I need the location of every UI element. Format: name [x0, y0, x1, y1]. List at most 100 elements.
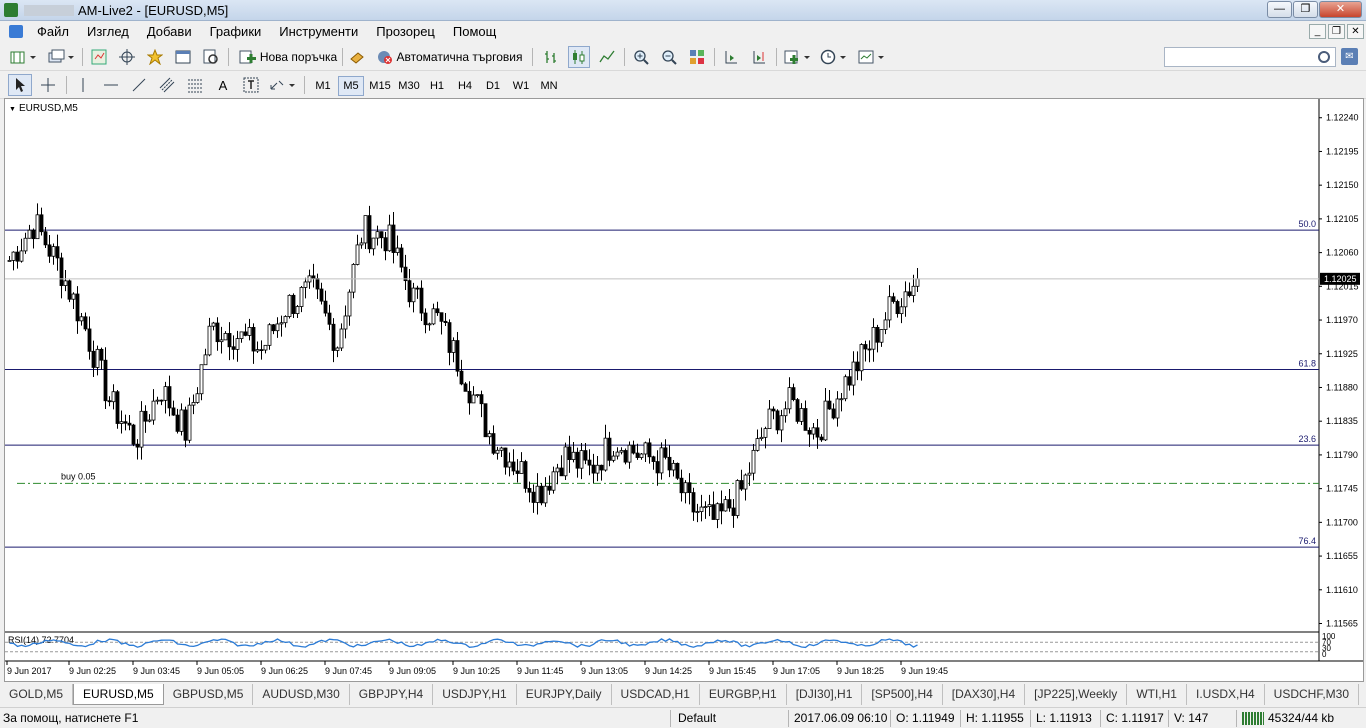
tile-windows-button[interactable]	[686, 46, 708, 68]
text-tool-button[interactable]: A	[212, 74, 234, 96]
mdi-minimize-button[interactable]: _	[1309, 24, 1326, 39]
chart-window-icon[interactable]	[9, 25, 23, 38]
timeframe-w1[interactable]: W1	[508, 76, 534, 96]
tab-usdchf-m30[interactable]: USDCHF,M30	[1265, 684, 1360, 705]
price-chart[interactable]: 1.12240 1.12195 1.12150 1.12105 1.12060 1.120…	[5, 99, 1363, 681]
tab-dax30-h4[interactable]: [DAX30],H4	[943, 684, 1026, 705]
candle-body	[203, 354, 208, 366]
search-icon[interactable]	[1318, 51, 1330, 63]
close-button[interactable]: ✕	[1319, 1, 1362, 18]
tab-gbpjpy-h4[interactable]: GBPJPY,H4	[350, 684, 434, 705]
price-tick-label: 1.11925	[1326, 349, 1358, 359]
vertical-line-button[interactable]	[72, 74, 94, 96]
tab-sp500-h4[interactable]: [SP500],H4	[862, 684, 943, 705]
line-chart-button[interactable]	[596, 46, 618, 68]
mdi-close-button[interactable]: ✕	[1347, 24, 1364, 39]
status-low: L: 1.11913	[1036, 711, 1092, 725]
periods-button[interactable]	[818, 46, 850, 68]
tab-gbpusd-m5[interactable]: GBPUSD,M5	[164, 684, 254, 705]
candle-body	[863, 344, 868, 350]
equidistant-channel-button[interactable]	[156, 74, 178, 96]
tab-audusd-m30[interactable]: AUDUSD,M30	[253, 684, 350, 705]
tab-gold-m5[interactable]: GOLD,M5	[0, 684, 74, 705]
market-watch-button[interactable]	[88, 46, 110, 68]
strategy-tester-button[interactable]	[200, 46, 222, 68]
menu-view[interactable]: Изглед	[78, 24, 138, 39]
tab-jp225-weekly[interactable]: [JP225],Weekly	[1025, 684, 1128, 705]
menu-window[interactable]: Прозорец	[367, 24, 444, 39]
navigator-button[interactable]	[144, 46, 166, 68]
chart-shift-button[interactable]	[720, 46, 742, 68]
tab-usdcad-h1[interactable]: USDCAD,H1	[612, 684, 700, 705]
crosshair-tool-button[interactable]	[36, 74, 60, 96]
candle-body	[131, 424, 136, 445]
fibonacci-button[interactable]	[184, 74, 206, 96]
indicators-button[interactable]	[782, 46, 814, 68]
tab-eurgbp-h1[interactable]: EURGBP,H1	[700, 684, 787, 705]
tab-wti-h1[interactable]: WTI,H1	[1127, 684, 1187, 705]
text-label-button[interactable]	[240, 74, 262, 96]
timeframe-mn[interactable]: MN	[536, 76, 562, 96]
timeframe-h1[interactable]: H1	[424, 76, 450, 96]
timeframe-m5[interactable]: M5	[338, 76, 364, 96]
candle-body	[239, 331, 244, 339]
zoom-out-button[interactable]	[658, 46, 680, 68]
candle-body	[87, 328, 92, 352]
horizontal-line-button[interactable]	[100, 74, 122, 96]
menu-charts[interactable]: Графики	[201, 24, 271, 39]
tab-eurjpy-daily[interactable]: EURJPY,Daily	[517, 684, 612, 705]
zoom-in-button[interactable]	[630, 46, 652, 68]
candle-body	[259, 349, 264, 351]
minimize-button[interactable]: —	[1267, 1, 1292, 18]
profiles-button[interactable]	[46, 46, 78, 68]
timeframe-m1[interactable]: M1	[310, 76, 336, 96]
timeframe-m30[interactable]: M30	[396, 76, 422, 96]
candle-body	[499, 447, 504, 451]
menu-file[interactable]: Файл	[28, 24, 78, 39]
menu-tools[interactable]: Инструменти	[270, 24, 367, 39]
autoscroll-button[interactable]	[748, 46, 770, 68]
metaeditor-button[interactable]	[346, 46, 368, 68]
candle-body	[191, 402, 196, 406]
menu-insert[interactable]: Добави	[138, 24, 201, 39]
candle-body	[507, 461, 512, 468]
connection-bars-icon[interactable]	[1242, 712, 1264, 725]
terminal-button[interactable]	[172, 46, 194, 68]
chart-window[interactable]: 1.12240 1.12195 1.12150 1.12105 1.12060 1.120…	[4, 98, 1364, 682]
candle-body	[175, 414, 180, 432]
tab-usdjpy-h1[interactable]: USDJPY,H1	[433, 684, 517, 705]
candle-body	[603, 437, 608, 471]
candlestick-chart-button[interactable]	[568, 46, 590, 68]
trendline-button[interactable]	[128, 74, 150, 96]
arrows-button[interactable]	[268, 74, 298, 96]
cursor-tool-button[interactable]	[8, 74, 32, 96]
status-profile[interactable]: Default	[678, 711, 716, 725]
bar-chart-button[interactable]	[540, 46, 562, 68]
auto-trading-button[interactable]: Автоматична търговия	[372, 46, 526, 68]
templates-button[interactable]	[856, 46, 888, 68]
data-window-button[interactable]	[116, 46, 138, 68]
candle-body	[811, 427, 816, 435]
candle-body	[23, 237, 28, 252]
chat-icon[interactable]: ✉	[1341, 48, 1358, 65]
tab-eurusd-m5[interactable]: EURUSD,M5	[73, 684, 164, 705]
candle-body	[907, 291, 912, 296]
timeframe-m15[interactable]: M15	[366, 76, 394, 96]
maximize-button[interactable]: ❐	[1293, 1, 1318, 18]
candle-body	[447, 322, 452, 353]
candle-body	[31, 229, 36, 240]
new-order-button[interactable]: Нова поръчка	[236, 46, 340, 68]
tab-usdx-h4[interactable]: I.USDX,H4	[1187, 684, 1265, 705]
time-tick-label: 9 Jun 07:45	[325, 666, 372, 676]
status-close: C: 1.11917	[1106, 711, 1164, 725]
search-input[interactable]	[1164, 47, 1336, 67]
new-chart-button[interactable]	[8, 46, 40, 68]
mdi-restore-button[interactable]: ❐	[1328, 24, 1345, 39]
timeframe-d1[interactable]: D1	[480, 76, 506, 96]
chart-tabs: GOLD,M5 EURUSD,M5 GBPUSD,M5 AUDUSD,M30 G…	[0, 684, 1366, 706]
tab-dji30-h1[interactable]: [DJI30],H1	[787, 684, 863, 705]
menu-help[interactable]: Помощ	[444, 24, 505, 39]
timeframe-h4[interactable]: H4	[452, 76, 478, 96]
candle-body	[363, 215, 368, 244]
profiles-icon	[48, 49, 74, 63]
